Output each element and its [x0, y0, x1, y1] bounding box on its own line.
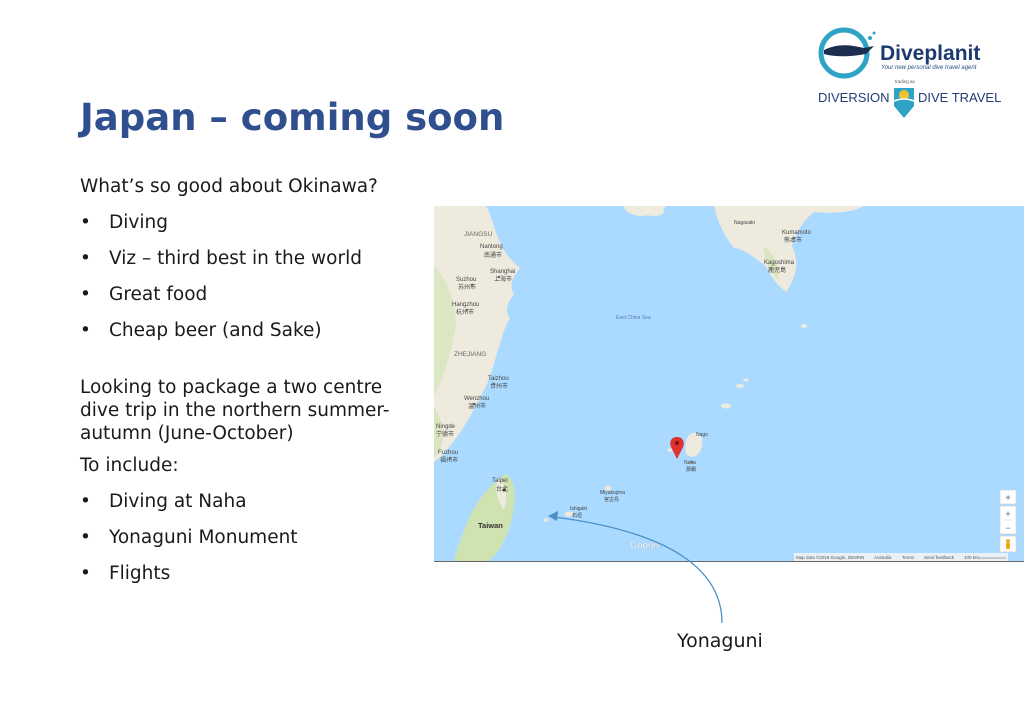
- bullet-item: • Cheap beer (and Sake): [80, 320, 400, 356]
- label-naha-cn: 那覇: [686, 466, 696, 473]
- label-hangzhou-cn: 杭州市: [456, 308, 474, 316]
- bullet-text: Yonaguni Monument: [109, 527, 298, 548]
- slide-title: Japan – coming soon: [80, 96, 505, 139]
- diveplanit-logo: Diveplanit Your new personal dive travel…: [814, 26, 1014, 126]
- bullet-item: • Diving at Naha: [80, 491, 400, 527]
- callout-arrow-icon: [548, 511, 723, 624]
- map-terms-link[interactable]: Terms: [902, 555, 915, 560]
- logo-tagline: Your new personal dive travel agent: [881, 65, 977, 71]
- label-shanghai: Shanghai: [490, 269, 515, 275]
- highlights-list: • Diving • Viz – third best in the world • Gr…: [80, 212, 400, 356]
- callout-label: Yonaguni: [677, 630, 763, 652]
- logo-brand: Diveplanit: [880, 42, 980, 65]
- label-ningde: Ningde: [436, 424, 456, 430]
- bullet-icon: •: [80, 527, 91, 548]
- label-wenzhou-cn: 温州市: [468, 402, 486, 410]
- bullet-text: Great food: [109, 284, 208, 305]
- map-controls: ✳ + −: [999, 489, 1017, 553]
- label-nago: Nago: [696, 432, 708, 438]
- label-nagasaki: Nagasaki: [734, 220, 755, 226]
- package-paragraph: Looking to package a two centre dive tri…: [80, 377, 390, 444]
- intro-text: What’s so good about Okinawa?: [80, 176, 378, 197]
- label-zhejiang: ZHEJIANG: [454, 351, 486, 358]
- bullet-text: Flights: [109, 563, 171, 584]
- bullet-item: • Flights: [80, 563, 400, 599]
- bullet-icon: •: [80, 563, 91, 584]
- map-data-credit: Map data ©2018 Google, ZENRIN: [796, 554, 864, 560]
- label-kagoshima: Kagoshima: [764, 260, 795, 266]
- label-kumamoto-cn: 熊本市: [784, 236, 802, 244]
- bullet-text: Diving: [109, 212, 168, 233]
- label-taipei: Taipei: [492, 478, 508, 484]
- compass-icon: ✳: [1005, 494, 1011, 502]
- includes-list: • Diving at Naha • Yonaguni Monument • Flight…: [80, 491, 400, 599]
- map-feedback-link[interactable]: Send feedback: [924, 555, 955, 560]
- logo-trading-as: trading as: [895, 79, 916, 84]
- label-kagoshima-cn: 鹿児島: [768, 266, 786, 274]
- label-wenzhou: Wenzhou: [464, 396, 489, 402]
- zoom-in-button[interactable]: +: [1005, 509, 1010, 519]
- label-kumamoto: Kumamoto: [782, 230, 812, 236]
- label-nantong: Nantong: [480, 244, 503, 250]
- label-shanghai-cn: 上海市: [494, 275, 512, 283]
- bullet-icon: •: [80, 248, 91, 269]
- label-taiwan: Taiwan: [478, 521, 503, 530]
- map-region-link[interactable]: Australia: [874, 555, 892, 560]
- bullet-icon: •: [80, 212, 91, 233]
- label-fuzhou-cn: 福州市: [440, 456, 458, 464]
- slide-body: What’s so good about Okinawa? • Diving • Vi…: [80, 176, 400, 599]
- label-east-china-sea: East China Sea: [616, 315, 651, 321]
- bullet-item: • Diving: [80, 212, 400, 248]
- logo-partner-left: DIVERSION: [818, 90, 890, 105]
- bullet-text: Cheap beer (and Sake): [109, 320, 322, 341]
- map-scale: 100 km: [964, 555, 979, 560]
- bullet-text: Viz – third best in the world: [109, 248, 362, 269]
- label-miyakojima-cn: 宮古島: [604, 496, 619, 503]
- pegman-icon[interactable]: [1006, 539, 1010, 549]
- label-jiangsu: JIANGSU: [464, 231, 492, 238]
- label-suzhou-cn: 苏州市: [458, 283, 476, 291]
- label-hangzhou: Hangzhou: [452, 302, 479, 308]
- label-miyakojima: Miyakojima: [600, 490, 625, 496]
- bullet-text: Diving at Naha: [109, 491, 247, 512]
- bullet-icon: •: [80, 284, 91, 305]
- label-suzhou: Suzhou: [456, 277, 476, 283]
- bullet-item: • Viz – third best in the world: [80, 248, 400, 284]
- label-fuzhou: Fuzhou: [438, 450, 458, 456]
- label-taizhou-cn: 台州市: [490, 382, 508, 390]
- label-nantong-cn: 南通市: [484, 251, 502, 259]
- sun-shield-icon: [893, 88, 915, 118]
- bullet-item: • Great food: [80, 284, 400, 320]
- bullet-icon: •: [80, 320, 91, 341]
- label-ningde-cn: 宁德市: [436, 430, 454, 438]
- label-naha: Naha: [684, 460, 696, 466]
- label-taipei-cn: 台北: [496, 485, 508, 493]
- bullet-item: • Yonaguni Monument: [80, 527, 400, 563]
- bullet-icon: •: [80, 491, 91, 512]
- label-taizhou: Taizhou: [488, 376, 509, 382]
- logo-partner-right: DIVE TRAVEL: [918, 90, 1001, 105]
- include-label: To include:: [80, 455, 179, 476]
- zoom-out-button[interactable]: −: [1005, 523, 1010, 533]
